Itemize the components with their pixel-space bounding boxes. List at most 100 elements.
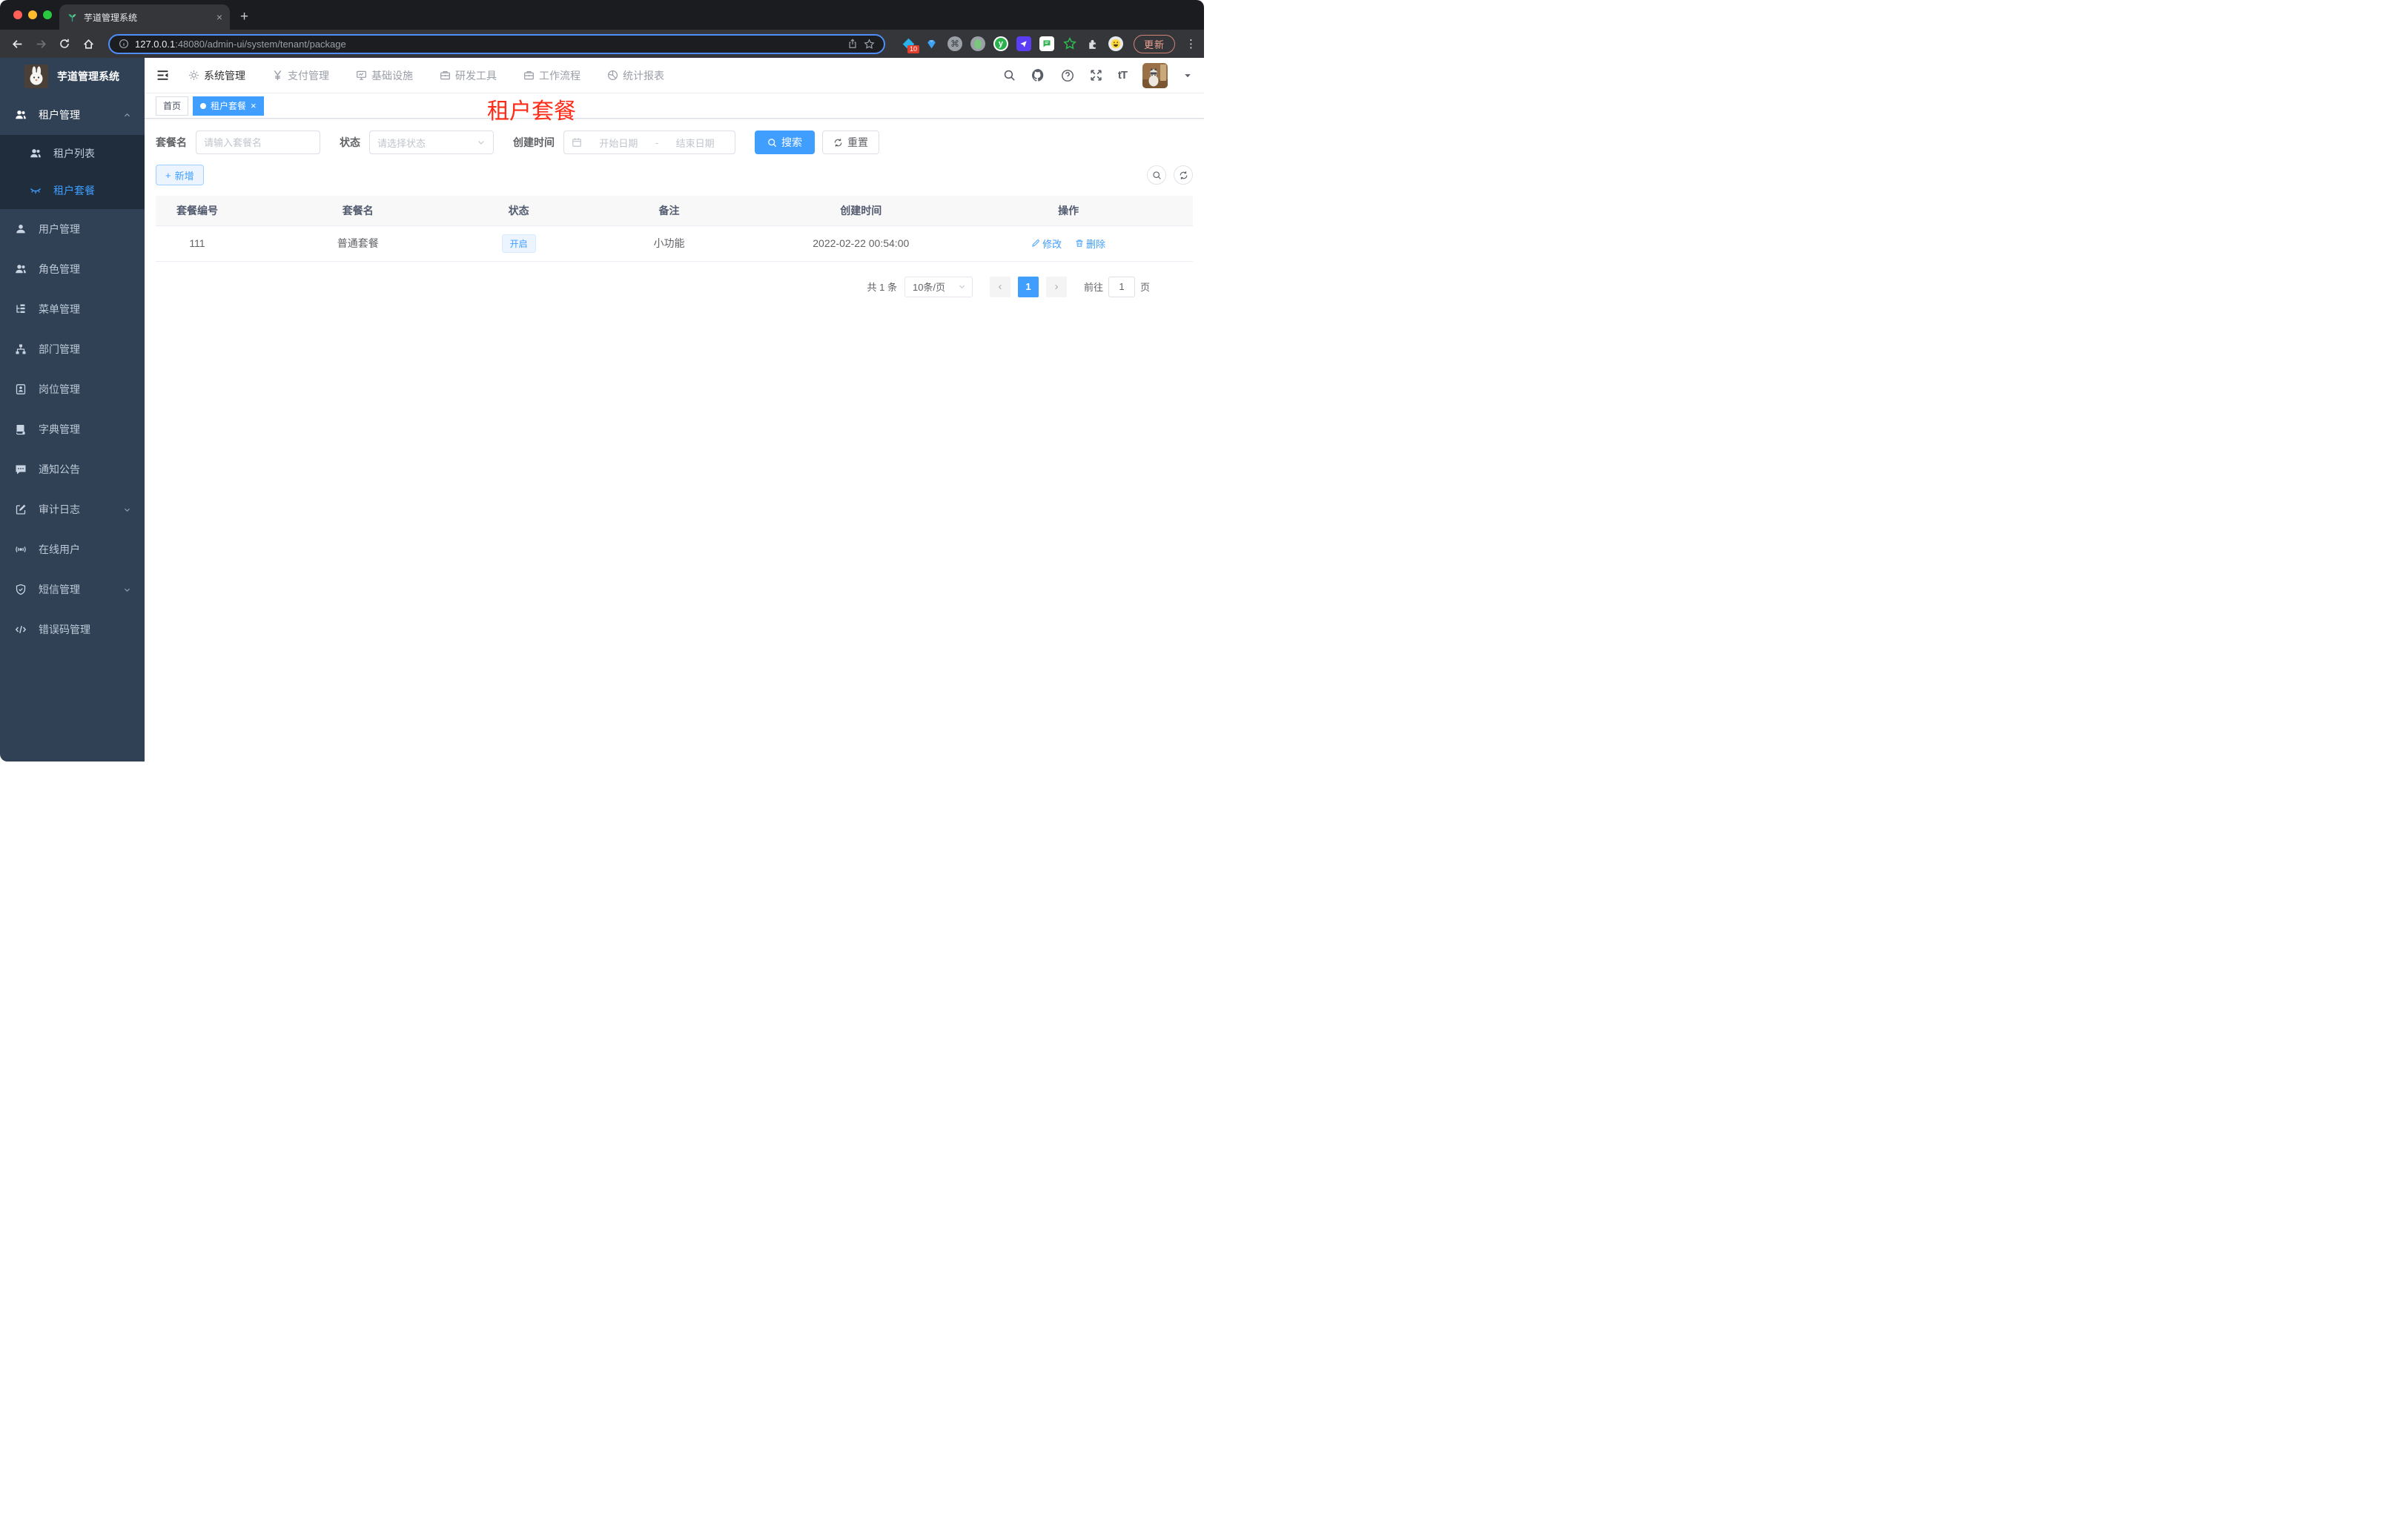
prev-page-button[interactable]: ‹ bbox=[989, 276, 1010, 297]
app-logo[interactable]: 芋道管理系统 bbox=[0, 58, 145, 95]
org-tree-icon bbox=[16, 344, 26, 354]
purple-square bbox=[1016, 36, 1031, 51]
tag-close-icon[interactable]: × bbox=[251, 100, 257, 111]
sidebar-item-tenant-package[interactable]: 租户套餐 bbox=[0, 172, 145, 209]
goto-page-input[interactable] bbox=[1108, 276, 1135, 297]
edit-log-icon bbox=[16, 504, 26, 515]
minimize-window-button[interactable] bbox=[28, 10, 37, 19]
status-badge[interactable]: 开启 bbox=[501, 234, 536, 253]
sidebar-item-dept-management[interactable]: 部门管理 bbox=[0, 329, 145, 369]
user-icon bbox=[16, 225, 25, 234]
page-size-select[interactable]: 10条/页 bbox=[904, 276, 973, 297]
user-avatar[interactable] bbox=[1142, 62, 1168, 88]
zoom-window-button[interactable] bbox=[43, 10, 52, 19]
url-text[interactable]: 127.0.0.1:48080/admin-ui/system/tenant/p… bbox=[135, 39, 841, 50]
reload-icon[interactable] bbox=[55, 34, 74, 53]
chrome-update-button[interactable]: 更新 bbox=[1133, 34, 1175, 53]
top-nav-infra[interactable]: 基础设施 bbox=[356, 68, 413, 83]
github-icon[interactable] bbox=[1031, 68, 1045, 82]
extensions-puzzle-icon[interactable] bbox=[1085, 36, 1100, 51]
favicon-plant-icon bbox=[67, 12, 78, 23]
col-package-name: 套餐名 bbox=[238, 196, 477, 226]
page-1-button[interactable]: 1 bbox=[1017, 276, 1039, 297]
extension-diamond-icon[interactable]: 10 bbox=[902, 36, 919, 53]
font-size-icon[interactable]: tT bbox=[1118, 69, 1128, 82]
sidebar-item-role-management[interactable]: 角色管理 bbox=[0, 249, 145, 289]
help-icon[interactable] bbox=[1061, 69, 1074, 82]
next-page-button[interactable]: › bbox=[1045, 276, 1067, 297]
extension-oval-icon[interactable] bbox=[970, 36, 985, 51]
search-icon bbox=[768, 138, 777, 147]
top-nav-label: 统计报表 bbox=[623, 69, 664, 82]
sidebar-item-tenant-list[interactable]: 租户列表 bbox=[0, 135, 145, 172]
delete-link[interactable]: 删除 bbox=[1075, 237, 1105, 251]
table-refresh-button[interactable] bbox=[1174, 165, 1193, 185]
sidebar-item-dict-management[interactable]: 字典管理 bbox=[0, 409, 145, 449]
close-window-button[interactable] bbox=[13, 10, 22, 19]
status-select[interactable]: 请选择状态 bbox=[369, 131, 494, 154]
browser-menu-icon[interactable]: ⋮ bbox=[1185, 37, 1197, 50]
avatar-caret-down-icon[interactable] bbox=[1183, 71, 1192, 80]
pie-chart-icon bbox=[607, 70, 618, 81]
sidebar-item-label: 租户套餐 bbox=[53, 185, 95, 196]
url-bar[interactable]: 127.0.0.1:48080/admin-ui/system/tenant/p… bbox=[108, 33, 885, 54]
cell-created: 2022-02-22 00:54:00 bbox=[778, 225, 945, 262]
tab-close-icon[interactable]: × bbox=[216, 11, 222, 23]
tag-home[interactable]: 首页 bbox=[156, 96, 189, 116]
col-remark: 备注 bbox=[560, 196, 778, 226]
sidebar-item-sms-management[interactable]: 短信管理 bbox=[0, 569, 145, 609]
sidebar-item-user-management[interactable]: 用户管理 bbox=[0, 209, 145, 249]
browser-tab[interactable]: 芋道管理系统 × bbox=[59, 4, 230, 30]
sidebar-fold-icon[interactable] bbox=[156, 69, 169, 82]
sidebar-item-online-users[interactable]: 在线用户 bbox=[0, 529, 145, 569]
share-icon[interactable] bbox=[847, 39, 858, 49]
date-range-picker[interactable]: 开始日期 - 结束日期 bbox=[563, 131, 735, 154]
top-nav-payment[interactable]: 支付管理 bbox=[272, 68, 329, 83]
sidebar-item-audit-log[interactable]: 审计日志 bbox=[0, 489, 145, 529]
back-icon[interactable] bbox=[7, 34, 27, 53]
white-square bbox=[1039, 36, 1054, 51]
site-info-icon[interactable] bbox=[119, 39, 129, 49]
edit-link[interactable]: 修改 bbox=[1031, 237, 1062, 251]
extension-gem-icon[interactable] bbox=[924, 36, 939, 51]
sidebar-item-tenant-management[interactable]: 租户管理 bbox=[0, 95, 145, 135]
cell-package-id: 111 bbox=[156, 225, 239, 262]
tag-label: 首页 bbox=[163, 101, 182, 111]
pagination-total: 共 1 条 bbox=[867, 282, 897, 293]
extension-star-icon[interactable] bbox=[1062, 36, 1077, 51]
extension-shield-icon[interactable] bbox=[1016, 36, 1031, 51]
top-nav-devtools[interactable]: 研发工具 bbox=[440, 68, 497, 83]
top-nav-reports[interactable]: 统计报表 bbox=[607, 68, 664, 83]
extension-chat-icon[interactable] bbox=[1039, 36, 1054, 51]
top-nav-label: 系统管理 bbox=[204, 69, 245, 82]
reset-button[interactable]: 重置 bbox=[822, 131, 879, 154]
extension-command-icon[interactable]: ⌘ bbox=[947, 36, 962, 51]
bookmark-star-icon[interactable] bbox=[864, 38, 875, 50]
top-nav-label: 支付管理 bbox=[288, 69, 329, 82]
search-button[interactable]: 搜索 bbox=[755, 131, 815, 154]
sidebar-item-notice[interactable]: 通知公告 bbox=[0, 449, 145, 489]
profile-smiley-avatar[interactable] bbox=[1108, 36, 1123, 51]
badge-icon bbox=[16, 384, 26, 394]
top-nav-workflow[interactable]: 工作流程 bbox=[523, 68, 580, 83]
status-label: 状态 bbox=[340, 136, 360, 148]
extension-y-icon[interactable]: y bbox=[993, 36, 1008, 51]
table-search-toggle-button[interactable] bbox=[1147, 165, 1166, 185]
fullscreen-icon[interactable] bbox=[1090, 69, 1102, 82]
sidebar-item-post-management[interactable]: 岗位管理 bbox=[0, 369, 145, 409]
sidebar-item-label: 租户列表 bbox=[53, 148, 95, 159]
add-button-label: 新增 bbox=[174, 170, 194, 182]
tags-view-bar: 首页 租户套餐 × bbox=[145, 93, 1204, 119]
forward-icon[interactable] bbox=[31, 34, 50, 53]
top-nav-system[interactable]: 系统管理 bbox=[188, 68, 245, 83]
tag-tenant-package[interactable]: 租户套餐 × bbox=[193, 96, 264, 116]
sidebar-item-menu-management[interactable]: 菜单管理 bbox=[0, 289, 145, 329]
header-search-icon[interactable] bbox=[1003, 69, 1016, 82]
home-icon[interactable] bbox=[79, 34, 98, 53]
add-button[interactable]: + 新增 bbox=[156, 165, 204, 185]
package-name-input[interactable] bbox=[204, 136, 312, 148]
sidebar-item-label: 字典管理 bbox=[39, 423, 80, 435]
sidebar-item-error-code[interactable]: 错误码管理 bbox=[0, 609, 145, 650]
new-tab-button[interactable]: + bbox=[240, 9, 248, 25]
monitor-icon bbox=[356, 70, 367, 81]
